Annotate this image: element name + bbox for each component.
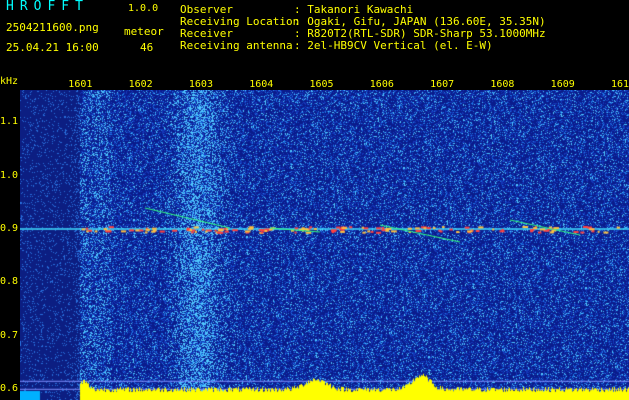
x-tick-label: 1609	[550, 79, 575, 90]
y-axis-unit: kHz	[0, 76, 19, 87]
spectrogram-canvas	[20, 90, 629, 400]
y-tick-label: 1.1	[0, 116, 19, 128]
antenna-value: : 2el-HB9CV Vertical (el. E-W)	[294, 39, 493, 52]
y-tick-label: 0.9	[0, 222, 19, 234]
x-tick-label: 1602	[128, 79, 153, 90]
x-tick-label: 1610	[610, 79, 629, 90]
observation-datetime: 25.04.21 16:00	[6, 41, 99, 54]
y-tick-label: 1.0	[0, 169, 19, 181]
x-tick-label: 1608	[490, 79, 515, 90]
app-version: 1.0.0	[128, 3, 159, 14]
meteor-count: 46	[140, 41, 154, 54]
antenna-label: Receiving antenna	[180, 39, 293, 52]
y-tick-label: 0.6	[0, 383, 19, 395]
y-tick-label: 0.8	[0, 276, 19, 288]
app-logo: HROFFT	[6, 0, 89, 14]
meteor-label: meteor	[124, 25, 164, 38]
x-tick-label: 1605	[309, 79, 334, 90]
x-tick-label: 1607	[430, 79, 455, 90]
y-tick-label: 0.7	[0, 329, 19, 341]
x-tick-label: 1604	[249, 79, 274, 90]
x-tick-label: 1601	[68, 79, 93, 90]
x-tick-label: 1603	[188, 79, 213, 90]
file-name: 2504211600.png	[6, 21, 99, 34]
header-panel: HROFFT 1.0.0 2504211600.png 25.04.21 16:…	[0, 0, 629, 76]
x-tick-label: 1606	[369, 79, 394, 90]
